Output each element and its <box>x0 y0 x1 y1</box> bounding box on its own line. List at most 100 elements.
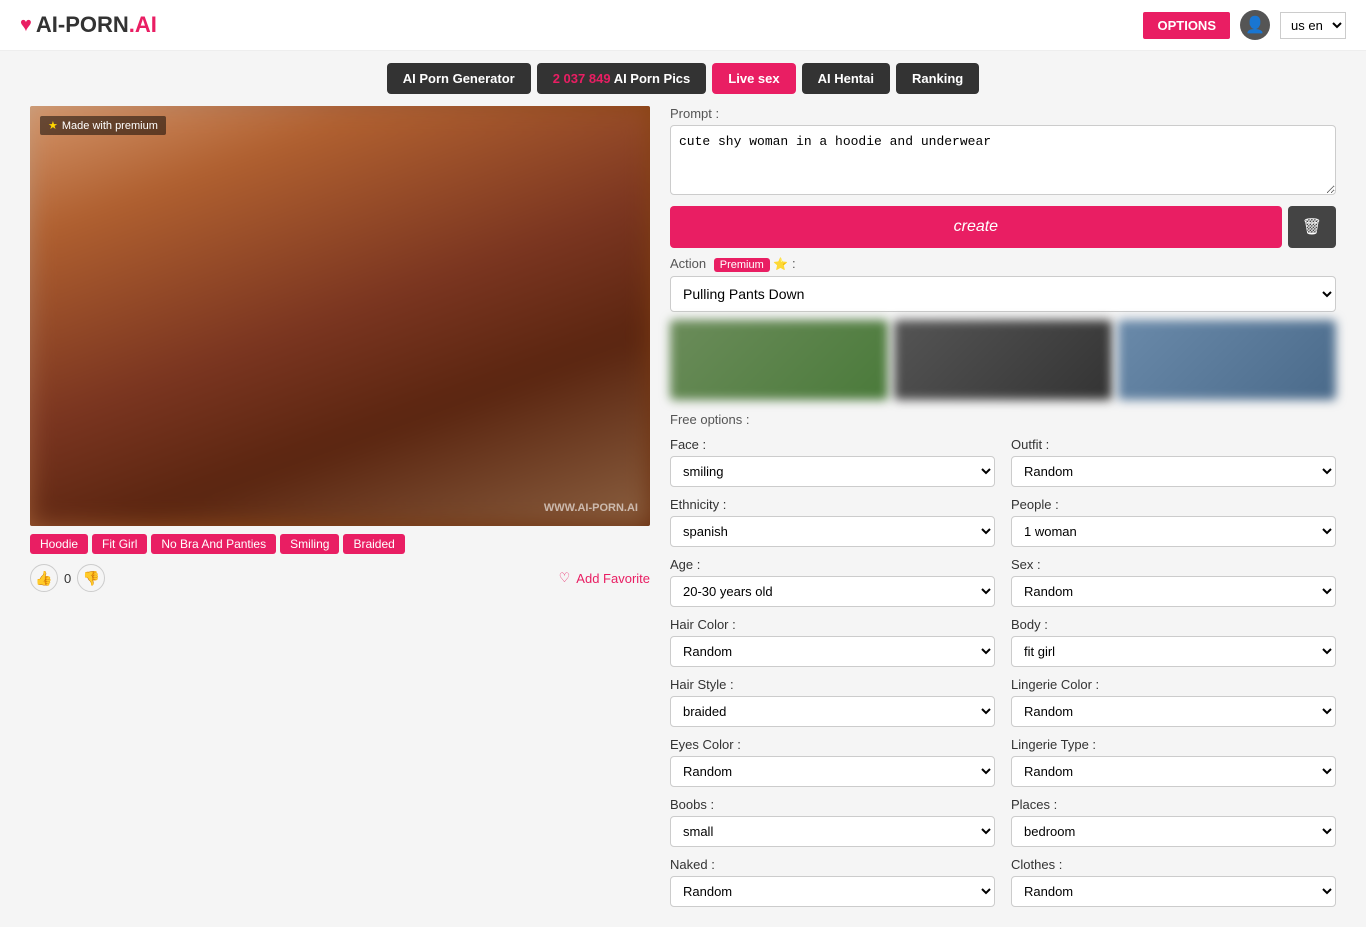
logo-suffix: .AI <box>129 12 157 37</box>
preview-image-1[interactable] <box>670 320 888 400</box>
naked-group: Naked : Random Yes No <box>670 857 995 907</box>
ethnicity-select[interactable]: spanish asian black caucasian latina <box>670 516 995 547</box>
people-label: People : <box>1011 497 1336 512</box>
people-group: People : 1 woman 2 women couple <box>1011 497 1336 547</box>
action-select[interactable]: Pulling Pants Down None Standing Sitting… <box>670 276 1336 312</box>
premium-badge: ★ Made with premium <box>40 116 166 135</box>
prompt-textarea[interactable] <box>670 125 1336 195</box>
nav-live-sex[interactable]: Live sex <box>712 63 795 94</box>
places-group: Places : bedroom bathroom kitchen outdoo… <box>1011 797 1336 847</box>
premium-badge-text: Made with premium <box>62 120 158 132</box>
thumbs-down-button[interactable]: 👎 <box>77 564 105 592</box>
body-select[interactable]: fit girl slim curvy athletic <box>1011 636 1336 667</box>
thumbs-up-button[interactable]: 👍 <box>30 564 58 592</box>
header: ♥ AI-PORN.AI OPTIONS 👤 us en <box>0 0 1366 51</box>
vote-count: 0 <box>64 571 71 586</box>
create-row: create 🗑 <box>670 206 1336 248</box>
premium-label: Premium <box>714 258 770 272</box>
body-label: Body : <box>1011 617 1336 632</box>
image-blur-layer <box>30 106 650 526</box>
generated-image: ★ Made with premium WWW.AI-PORN.AI <box>30 106 650 526</box>
eyes-color-select[interactable]: Random Blue Brown Green <box>670 756 995 787</box>
vote-section: 👍 0 👎 <box>30 564 105 592</box>
right-panel: Prompt : create 🗑 Action Premium ⭐ : Pul… <box>670 106 1336 907</box>
clothes-select[interactable]: Random Hoodie Dress Jeans <box>1011 876 1336 907</box>
language-select[interactable]: us en <box>1280 12 1346 39</box>
tag-fit-girl[interactable]: Fit Girl <box>92 534 147 554</box>
hair-color-label: Hair Color : <box>670 617 995 632</box>
logo: ♥ AI-PORN.AI <box>20 12 157 38</box>
preview-image-2[interactable] <box>894 320 1112 400</box>
account-icon: 👤 <box>1245 15 1265 35</box>
image-actions: 👍 0 👎 ♡ Add Favorite <box>30 564 650 592</box>
boobs-select[interactable]: small medium large huge <box>670 816 995 847</box>
ethnicity-group: Ethnicity : spanish asian black caucasia… <box>670 497 995 547</box>
lingerie-color-select[interactable]: Random Black White Red <box>1011 696 1336 727</box>
lingerie-type-group: Lingerie Type : Random Bra & Panties Cor… <box>1011 737 1336 787</box>
create-button[interactable]: create <box>670 206 1282 248</box>
free-options-label: Free options : <box>670 412 1336 427</box>
premium-star-action-icon: ⭐ <box>773 257 788 271</box>
tag-braided[interactable]: Braided <box>343 534 404 554</box>
age-select[interactable]: 20-30 years old 30-40 years old 18-20 ye… <box>670 576 995 607</box>
logo-heart-icon: ♥ <box>20 14 32 37</box>
outfit-select[interactable]: Random Lingerie Nude Casual <box>1011 456 1336 487</box>
preview-image-3[interactable] <box>1118 320 1336 400</box>
clothes-group: Clothes : Random Hoodie Dress Jeans <box>1011 857 1336 907</box>
eyes-color-label: Eyes Color : <box>670 737 995 752</box>
nav-ranking[interactable]: Ranking <box>896 63 979 94</box>
prompt-label: Prompt : <box>670 106 1336 121</box>
body-group: Body : fit girl slim curvy athletic <box>1011 617 1336 667</box>
user-icon[interactable]: 👤 <box>1240 10 1270 40</box>
delete-button[interactable]: 🗑 <box>1288 206 1336 248</box>
age-group: Age : 20-30 years old 30-40 years old 18… <box>670 557 995 607</box>
lingerie-type-label: Lingerie Type : <box>1011 737 1336 752</box>
action-colon: : <box>792 256 796 271</box>
lingerie-color-group: Lingerie Color : Random Black White Red <box>1011 677 1336 727</box>
tag-smiling[interactable]: Smiling <box>280 534 339 554</box>
heart-icon: ♡ <box>559 570 571 586</box>
eyes-color-group: Eyes Color : Random Blue Brown Green <box>670 737 995 787</box>
nav-ai-porn-generator[interactable]: AI Porn Generator <box>387 63 531 94</box>
tags-container: Hoodie Fit Girl No Bra And Panties Smili… <box>30 534 650 554</box>
hair-style-select[interactable]: braided straight curly wavy <box>670 696 995 727</box>
main-content: ★ Made with premium WWW.AI-PORN.AI Hoodi… <box>0 106 1366 927</box>
action-text: Action <box>670 256 706 271</box>
action-label: Action Premium ⭐ : <box>670 256 1336 272</box>
places-label: Places : <box>1011 797 1336 812</box>
hair-color-select[interactable]: Random Blonde Brunette Black <box>670 636 995 667</box>
naked-label: Naked : <box>670 857 995 872</box>
people-select[interactable]: 1 woman 2 women couple <box>1011 516 1336 547</box>
hair-color-group: Hair Color : Random Blonde Brunette Blac… <box>670 617 995 667</box>
logo-prefix: AI-PORN <box>36 12 129 37</box>
sex-label: Sex : <box>1011 557 1336 572</box>
options-button[interactable]: OPTIONS <box>1143 12 1230 39</box>
hair-style-group: Hair Style : braided straight curly wavy <box>670 677 995 727</box>
nav-pics-label: AI Porn Pics <box>611 71 691 86</box>
add-favorite-button[interactable]: ♡ Add Favorite <box>559 570 650 586</box>
lingerie-type-select[interactable]: Random Bra & Panties Corset Bodysuit <box>1011 756 1336 787</box>
outfit-label: Outfit : <box>1011 437 1336 452</box>
lingerie-color-label: Lingerie Color : <box>1011 677 1336 692</box>
places-select[interactable]: bedroom bathroom kitchen outdoor <box>1011 816 1336 847</box>
watermark: WWW.AI-PORN.AI <box>544 502 638 514</box>
outfit-group: Outfit : Random Lingerie Nude Casual <box>1011 437 1336 487</box>
left-panel: ★ Made with premium WWW.AI-PORN.AI Hoodi… <box>30 106 650 907</box>
nav-count: 2 037 849 <box>553 71 611 86</box>
boobs-label: Boobs : <box>670 797 995 812</box>
tag-no-bra[interactable]: No Bra And Panties <box>151 534 276 554</box>
nav-ai-porn-pics[interactable]: 2 037 849 AI Porn Pics <box>537 63 707 94</box>
add-favorite-label: Add Favorite <box>576 571 650 586</box>
logo-text: AI-PORN.AI <box>36 12 157 38</box>
face-select[interactable]: smiling serious laughing cute sexy <box>670 456 995 487</box>
sex-select[interactable]: Random Female Male <box>1011 576 1336 607</box>
age-label: Age : <box>670 557 995 572</box>
clothes-label: Clothes : <box>1011 857 1336 872</box>
tag-hoodie[interactable]: Hoodie <box>30 534 88 554</box>
hair-style-label: Hair Style : <box>670 677 995 692</box>
options-grid: Face : smiling serious laughing cute sex… <box>670 437 1336 907</box>
nav-ai-hentai[interactable]: AI Hentai <box>802 63 890 94</box>
nav-bar: AI Porn Generator 2 037 849 AI Porn Pics… <box>0 51 1366 106</box>
sex-group: Sex : Random Female Male <box>1011 557 1336 607</box>
naked-select[interactable]: Random Yes No <box>670 876 995 907</box>
